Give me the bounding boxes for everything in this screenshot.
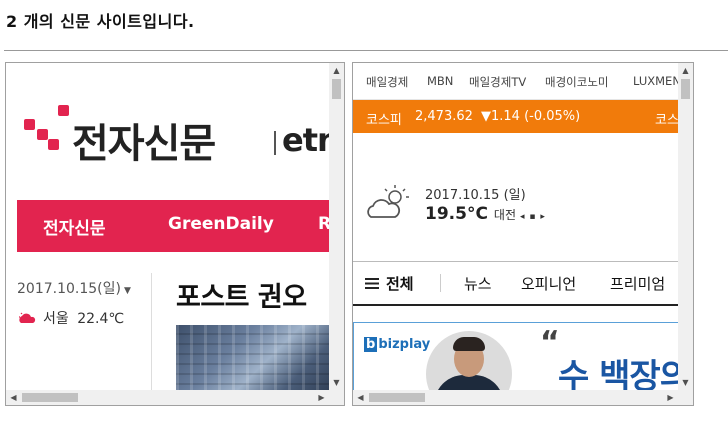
date-text: 2017.10.15 (일) (425, 188, 526, 203)
nav-bottom-line (353, 304, 678, 306)
advertisement-banner[interactable]: b bizplay “ 수 백장의 (353, 322, 678, 390)
temp-value: 19.5°C (425, 204, 488, 224)
etnews-logo[interactable]: 전자신문 etn (24, 101, 329, 167)
topnav-item-mk[interactable]: 매일경제 (366, 74, 408, 90)
horizontal-scrollbar[interactable]: ◀ ▶ (353, 390, 678, 405)
nav-item-etnews[interactable]: 전자신문 (43, 214, 106, 239)
horizontal-scroll-thumb[interactable] (22, 393, 78, 402)
carousel-arrows-icon[interactable]: ◂ ▪ ▸ (520, 212, 546, 222)
horizontal-scrollbar[interactable]: ◀ ▶ (6, 390, 329, 405)
ticker-value: 2,473.62 (415, 109, 473, 124)
nav-item-news[interactable]: 뉴스 (464, 273, 492, 294)
nav-separator (440, 274, 441, 292)
logo-etn: etn (282, 121, 329, 159)
weather-temp: 19.5°C 대전 ◂ ▪ ▸ (425, 204, 546, 224)
scroll-down-arrow-icon[interactable]: ▼ (329, 375, 344, 390)
cloud-icon (19, 312, 36, 323)
topnav-item-luxmen[interactable]: LUXMEN (633, 74, 678, 88)
frame-viewport: 전자신문 etn 전자신문 GreenDaily R 2017.10.15(일)… (6, 63, 329, 390)
frame-viewport: 매일경제 MBN 매일경제TV 매경이코노미 LUXMEN 코스피 2,473.… (353, 63, 678, 390)
scrollbar-corner (329, 390, 344, 405)
vertical-scroll-thumb[interactable] (332, 79, 341, 99)
partly-cloudy-icon (367, 185, 409, 218)
weather-temp: 22.4℃ (77, 311, 125, 327)
photo-hair (453, 337, 485, 351)
photo-suit (434, 375, 504, 390)
weather-city: 서울 (43, 311, 69, 327)
page-heading: 2 개의 신문 사이트입니다. (6, 12, 195, 31)
vertical-scrollbar[interactable]: ▲ ▼ (329, 63, 344, 390)
nav-item-r[interactable]: R (318, 214, 329, 234)
caret-down-icon: ▼ (123, 286, 131, 296)
ad-person-photo (426, 331, 512, 390)
scrollbar-corner (678, 390, 693, 405)
newspaper-frame-mk[interactable]: 매일경제 MBN 매일경제TV 매경이코노미 LUXMEN 코스피 2,473.… (352, 62, 694, 406)
scroll-up-arrow-icon[interactable]: ▲ (329, 63, 344, 78)
date-selector[interactable]: 2017.10.15(일) ▼ (17, 278, 131, 298)
mk-top-nav: 매일경제 MBN 매일경제TV 매경이코노미 LUXMEN (353, 63, 678, 100)
ad-text: 수 백장의 (558, 357, 678, 390)
vertical-scrollbar[interactable]: ▲ ▼ (678, 63, 693, 390)
ticker-label-2: 코스 (655, 113, 678, 128)
newspaper-frame-etnews[interactable]: 전자신문 etn 전자신문 GreenDaily R 2017.10.15(일)… (5, 62, 345, 406)
vertical-scroll-thumb[interactable] (681, 79, 690, 99)
scroll-left-arrow-icon[interactable]: ◀ (6, 390, 21, 405)
topnav-item-economy[interactable]: 매경이코노미 (545, 74, 608, 90)
weather-widget: 서울 22.4℃ (17, 308, 124, 328)
ad-brand: b bizplay (364, 337, 430, 352)
divider (4, 50, 728, 51)
topnav-item-mktv[interactable]: 매일경제TV (469, 74, 526, 90)
scroll-down-arrow-icon[interactable]: ▼ (678, 375, 693, 390)
scroll-right-arrow-icon[interactable]: ▶ (663, 390, 678, 405)
logo-text: 전자신문 (72, 121, 216, 167)
horizontal-scroll-thumb[interactable] (369, 393, 425, 402)
weather-city: 대전 (493, 208, 517, 222)
headline-photo[interactable] (176, 325, 329, 390)
date-text: 2017.10.15(일) (17, 281, 121, 297)
column-divider (151, 273, 152, 390)
etnews-nav-bar: 전자신문 GreenDaily R (17, 200, 329, 252)
nav-item-greendaily[interactable]: GreenDaily (168, 214, 274, 234)
scroll-left-arrow-icon[interactable]: ◀ (353, 390, 368, 405)
headline[interactable]: 포스트 권오 (176, 275, 307, 314)
nav-item-all[interactable]: 전체 (386, 273, 414, 294)
topnav-item-mbn[interactable]: MBN (427, 74, 453, 88)
ticker-label: 코스피 (366, 113, 402, 128)
nav-item-opinion[interactable]: 오피니언 (521, 273, 576, 294)
logo-separator (274, 131, 276, 155)
ad-brand-text: bizplay (378, 337, 431, 352)
bizplay-logo-icon: b (364, 337, 378, 352)
quote-mark-icon: “ (540, 325, 560, 360)
scroll-up-arrow-icon[interactable]: ▲ (678, 63, 693, 78)
ticker-change: ▼1.14 (-0.05%) (481, 109, 581, 124)
mk-main-nav: 전체 뉴스 오피니언 프리미엄 (353, 262, 678, 304)
nav-item-premium[interactable]: 프리미엄 (610, 273, 665, 294)
hamburger-menu-icon[interactable] (365, 278, 379, 289)
scroll-right-arrow-icon[interactable]: ▶ (314, 390, 329, 405)
stock-ticker[interactable]: 코스피 2,473.62 ▼1.14 (-0.05%) 코스 (353, 100, 678, 133)
